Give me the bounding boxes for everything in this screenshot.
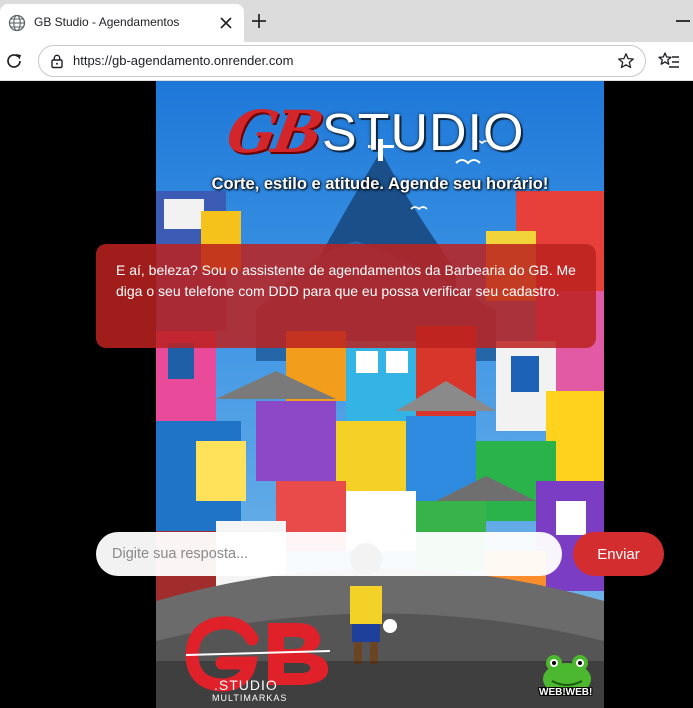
tab-title: GB Studio - Agendamentos bbox=[34, 15, 180, 29]
plus-icon[interactable] bbox=[250, 12, 268, 30]
bot-message-bubble: E aí, beleza? Sou o assistente de agenda… bbox=[96, 244, 596, 348]
url-text[interactable]: https://gb-agendamento.onrender.com bbox=[73, 53, 293, 68]
address-bar[interactable]: https://gb-agendamento.onrender.com bbox=[38, 45, 646, 77]
globe-icon bbox=[8, 14, 26, 32]
send-button[interactable]: Enviar bbox=[573, 532, 664, 576]
star-icon[interactable] bbox=[617, 52, 635, 70]
footer-multimarkas-text: MULTIMARKAS bbox=[212, 693, 288, 703]
browser-tab[interactable]: GB Studio - Agendamentos bbox=[0, 4, 244, 42]
frog-badge-text: WEB!WEB! bbox=[539, 687, 593, 698]
browser-tab-bar: GB Studio - Agendamentos bbox=[0, 0, 693, 42]
lock-icon[interactable] bbox=[49, 53, 65, 69]
reply-input[interactable] bbox=[96, 532, 562, 576]
logo-gb: GB bbox=[222, 98, 325, 166]
minimize-icon[interactable] bbox=[676, 20, 690, 22]
favorites-icon[interactable] bbox=[658, 51, 680, 71]
close-icon[interactable] bbox=[218, 15, 234, 31]
hero-tagline: Corte, estilo e atitude. Agende seu horá… bbox=[211, 175, 549, 193]
page-viewport: GB STUDIO Corte, estilo e atitude. Agend… bbox=[0, 81, 693, 708]
browser-toolbar: https://gb-agendamento.onrender.com bbox=[0, 42, 693, 81]
logo-studio: STUDIO bbox=[322, 104, 525, 162]
reload-icon[interactable] bbox=[4, 51, 24, 71]
footer-studio-text: .STUDIO bbox=[214, 677, 278, 693]
